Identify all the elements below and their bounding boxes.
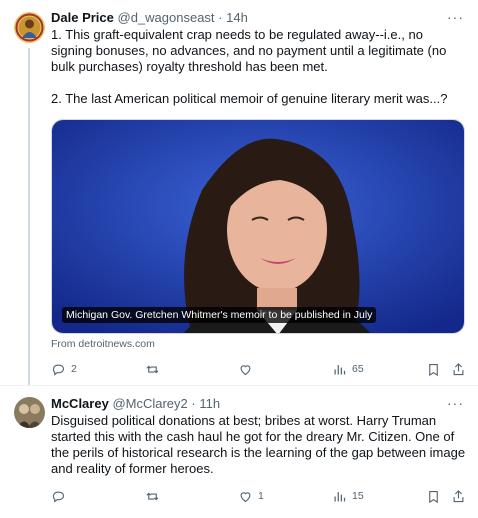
views-button[interactable]: 65 (332, 360, 364, 378)
tweet-mcclarey[interactable]: McClarey @McClarey2 · 11h ··· Disguised … (0, 385, 478, 518)
avatar[interactable] (14, 12, 45, 43)
author-name[interactable]: Dale Price (51, 10, 114, 25)
share-button[interactable] (451, 487, 466, 505)
card-image (52, 120, 464, 333)
card-caption: Michigan Gov. Gretchen Whitmer's memoir … (62, 307, 377, 323)
like-button[interactable] (238, 360, 258, 378)
link-card[interactable]: Michigan Gov. Gretchen Whitmer's memoir … (51, 119, 465, 334)
bookmark-button[interactable] (426, 487, 441, 505)
share-icon (453, 362, 464, 375)
more-options-icon[interactable]: ··· (447, 395, 464, 411)
tweet-paragraph: Disguised political donations at best; b… (51, 413, 466, 476)
tweet-header: Dale Price @d_wagonseast · 14h (51, 10, 248, 26)
reply-count: 2 (71, 363, 77, 375)
share-button[interactable] (451, 360, 466, 378)
author-handle[interactable]: @d_wagonseast (118, 10, 215, 25)
tweet-paragraph: 1. This graft-equivalent crap needs to b… (51, 27, 447, 74)
bookmark-icon (429, 490, 438, 503)
retweet-icon (146, 492, 159, 500)
author-name[interactable]: McClarey (51, 396, 109, 411)
tweet-dale-price[interactable]: Dale Price @d_wagonseast · 14h ··· 1. Th… (0, 0, 478, 385)
tweet-actions: 2 65 (51, 360, 471, 380)
card-source[interactable]: From detroitnews.com (51, 338, 155, 350)
like-count: 1 (258, 490, 264, 502)
reply-icon (52, 491, 65, 503)
tweet-text: Disguised political donations at best; b… (51, 413, 466, 493)
tweet-actions: 1 15 (51, 487, 471, 507)
bookmark-icon (429, 363, 438, 376)
share-icon (453, 489, 464, 502)
reply-button[interactable] (51, 487, 71, 505)
view-count: 15 (352, 490, 364, 502)
like-button[interactable]: 1 (238, 487, 264, 505)
retweet-button[interactable] (145, 360, 165, 378)
heart-icon (240, 364, 251, 375)
views-icon (334, 491, 346, 501)
retweet-button[interactable] (145, 487, 165, 505)
avatar[interactable] (14, 397, 45, 428)
views-button[interactable]: 15 (332, 487, 364, 505)
author-handle[interactable]: @McClarey2 (112, 396, 187, 411)
retweet-icon (146, 365, 159, 373)
more-options-icon[interactable]: ··· (447, 9, 464, 25)
tweet-text: 1. This graft-equivalent crap needs to b… (51, 27, 463, 123)
separator-dot: · (191, 396, 196, 411)
timestamp[interactable]: 14h (226, 10, 248, 25)
view-count: 65 (352, 363, 364, 375)
reply-button[interactable]: 2 (51, 360, 77, 378)
views-icon (334, 364, 346, 374)
heart-icon (240, 491, 251, 502)
tweet-header: McClarey @McClarey2 · 11h (51, 396, 220, 412)
timestamp[interactable]: 11h (199, 396, 220, 411)
tweet-paragraph: 2. The last American political memoir of… (51, 91, 448, 106)
bookmark-button[interactable] (426, 360, 441, 378)
thread-line (28, 48, 30, 385)
separator-dot: · (218, 10, 223, 25)
reply-icon (52, 364, 65, 376)
